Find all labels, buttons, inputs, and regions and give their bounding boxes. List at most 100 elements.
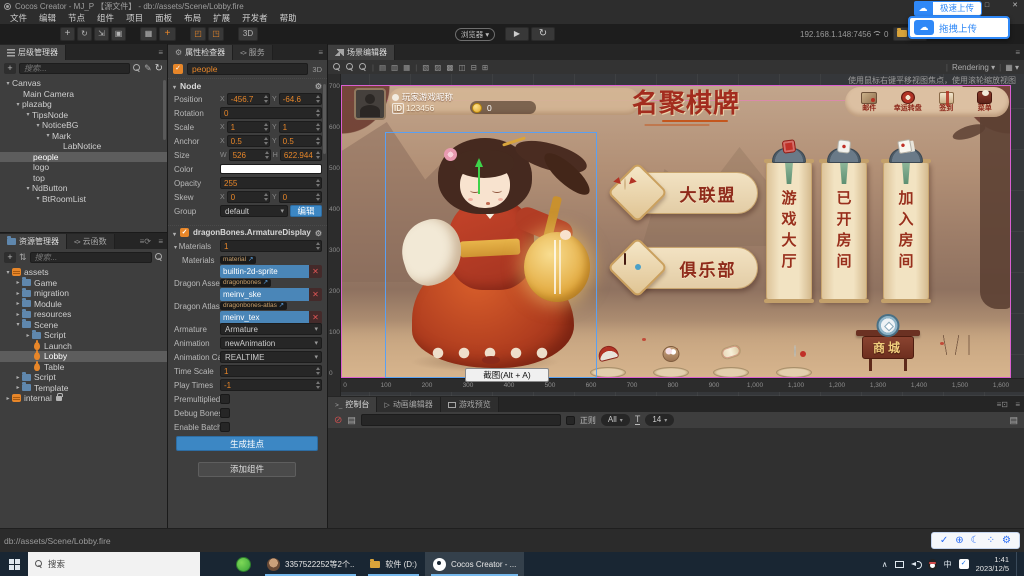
tree-row[interactable]: assets bbox=[0, 267, 167, 278]
expand-arrow-icon[interactable] bbox=[14, 290, 22, 297]
taskbar-app-cocos[interactable]: Cocos Creator - ... bbox=[425, 552, 524, 576]
skew-x-input[interactable] bbox=[227, 191, 270, 203]
rect-tool-icon[interactable] bbox=[111, 27, 126, 41]
volume-icon[interactable] bbox=[911, 560, 921, 568]
premultiplied-checkbox[interactable] bbox=[220, 394, 230, 404]
scale-x-input[interactable] bbox=[227, 121, 270, 133]
drag-upload-popup[interactable]: 拖拽上传 bbox=[908, 16, 1010, 39]
collapse-arrow-icon[interactable] bbox=[173, 228, 176, 238]
expand-arrow-icon[interactable] bbox=[34, 195, 42, 202]
open-link-icon[interactable]: ↗ bbox=[279, 302, 284, 309]
tab-animation-editor[interactable]: 动画编辑器 bbox=[377, 397, 440, 412]
enable-batch-checkbox[interactable] bbox=[220, 422, 230, 432]
taskbar-search[interactable]: 搜索 bbox=[28, 552, 200, 576]
align-bottom-icon[interactable]: ▩ bbox=[446, 63, 453, 72]
color-swatch[interactable] bbox=[220, 164, 322, 174]
anim-cache-select[interactable]: REALTIME bbox=[220, 351, 322, 363]
rotation-input[interactable] bbox=[220, 107, 322, 119]
font-size-dropdown[interactable]: 14▾ bbox=[645, 414, 674, 426]
expand-arrow-icon[interactable] bbox=[14, 279, 22, 286]
pedestal-button[interactable] bbox=[774, 344, 814, 378]
tree-row[interactable]: Script bbox=[0, 372, 167, 383]
expand-arrow-icon[interactable] bbox=[24, 332, 32, 339]
expand-arrow-icon[interactable] bbox=[4, 395, 12, 402]
expand-arrow-icon[interactable] bbox=[14, 300, 22, 307]
expand-arrow-icon[interactable] bbox=[14, 101, 22, 108]
tree-row[interactable]: Game bbox=[0, 278, 167, 289]
play-button[interactable] bbox=[505, 27, 529, 41]
close-button[interactable]: ✕ bbox=[1008, 1, 1022, 11]
menu-item[interactable]: 文件 bbox=[4, 12, 33, 24]
tree-row[interactable]: plazabg bbox=[0, 99, 167, 110]
expand-arrow-icon[interactable] bbox=[4, 269, 12, 276]
tree-row[interactable]: Table bbox=[0, 362, 167, 373]
menu-item[interactable]: 组件 bbox=[91, 12, 120, 24]
skew-y-input[interactable] bbox=[279, 191, 322, 203]
group-edit-button[interactable]: 编辑 bbox=[290, 205, 322, 217]
taskbar-app-explorer[interactable]: 软件 (D:) bbox=[362, 552, 425, 576]
align-left-icon[interactable]: ▤ bbox=[379, 63, 386, 72]
align-top-icon[interactable]: ▧ bbox=[422, 63, 429, 72]
scale-y-input[interactable] bbox=[279, 121, 322, 133]
size-w-input[interactable] bbox=[229, 149, 271, 161]
gizmo-position-icon[interactable] bbox=[140, 27, 157, 41]
add-component-button[interactable]: 添加组件 bbox=[198, 462, 296, 477]
ime-icon[interactable]: ☾ bbox=[971, 535, 980, 546]
expand-arrow-icon[interactable] bbox=[44, 132, 52, 139]
tree-row[interactable]: TipsNode bbox=[0, 110, 167, 121]
top-icon-button[interactable]: 幸运转盘 bbox=[889, 91, 927, 113]
tree-row[interactable]: Main Camera bbox=[0, 89, 167, 100]
move-tool-icon[interactable] bbox=[60, 27, 75, 41]
tree-row[interactable]: Launch bbox=[0, 341, 167, 352]
console-output[interactable] bbox=[328, 428, 1024, 528]
match-size-icon[interactable]: ⊞ bbox=[482, 63, 488, 72]
play-times-input[interactable] bbox=[220, 379, 322, 391]
node-name-field[interactable]: people bbox=[187, 63, 308, 75]
top-icon-button[interactable]: 签到 bbox=[927, 92, 965, 113]
tree-row[interactable]: Module bbox=[0, 299, 167, 310]
time-scale-input[interactable] bbox=[220, 365, 322, 377]
tree-row[interactable]: internal bbox=[0, 393, 167, 404]
cloud-upload-icon[interactable] bbox=[914, 1, 932, 16]
align-middle-icon[interactable]: ▨ bbox=[434, 63, 441, 72]
assets-search-input[interactable] bbox=[30, 252, 152, 263]
taskbar-clock[interactable]: 1:41 2023/12/5 bbox=[976, 555, 1009, 573]
tab-game-preview[interactable]: 游戏预览 bbox=[441, 397, 499, 412]
open-link-icon[interactable]: ↗ bbox=[248, 256, 253, 263]
create-node-button[interactable]: + bbox=[4, 63, 16, 74]
tree-row[interactable]: top bbox=[0, 173, 167, 184]
inspector-scrollbar[interactable] bbox=[323, 84, 326, 154]
tree-row[interactable]: resources bbox=[0, 309, 167, 320]
anchor-corner2-icon[interactable] bbox=[208, 27, 224, 41]
penguin-app-icon[interactable] bbox=[928, 559, 937, 570]
tree-row[interactable]: LabNotice bbox=[0, 141, 167, 152]
shop-button[interactable]: 商城 bbox=[856, 319, 920, 375]
tab-properties[interactable]: 属性检查器 bbox=[168, 45, 233, 60]
zoom-out-icon[interactable] bbox=[346, 63, 354, 72]
panel-expand-icon[interactable]: ⊡ bbox=[997, 400, 1008, 409]
scroll-button[interactable]: 游戏大厅 bbox=[766, 161, 812, 301]
align-right-icon[interactable]: ▦ bbox=[403, 63, 410, 72]
menu-item[interactable]: 面板 bbox=[149, 12, 178, 24]
panel-menu-icon[interactable] bbox=[1015, 400, 1020, 409]
menu-item[interactable]: 节点 bbox=[62, 12, 91, 24]
distribute-h-icon[interactable]: ◫ bbox=[458, 63, 465, 72]
move-gizmo-y-arrow[interactable] bbox=[472, 158, 486, 196]
pedestal-button[interactable] bbox=[711, 344, 751, 378]
panel-menu-icon[interactable] bbox=[158, 48, 163, 57]
size-h-input[interactable] bbox=[280, 149, 322, 161]
tree-row[interactable]: migration bbox=[0, 288, 167, 299]
tree-row[interactable]: Mark bbox=[0, 131, 167, 142]
anchor-corner-icon[interactable] bbox=[190, 27, 206, 41]
tree-row[interactable]: logo bbox=[0, 162, 167, 173]
menu-item[interactable]: 扩展 bbox=[207, 12, 236, 24]
toggle-3d-button[interactable]: 3D bbox=[238, 27, 258, 41]
taskbar-app-green[interactable] bbox=[228, 552, 259, 576]
rendering-dropdown[interactable]: Rendering ▾ bbox=[952, 63, 995, 72]
tray-expand-icon[interactable] bbox=[882, 560, 888, 569]
panel-menu-icon[interactable] bbox=[318, 48, 323, 57]
sogou-ime-icon[interactable] bbox=[959, 559, 969, 569]
generate-sockets-button[interactable]: 生成挂点 bbox=[176, 436, 318, 451]
tab-console[interactable]: 控制台 bbox=[328, 397, 377, 412]
panel-refresh-icon[interactable]: ⟳ bbox=[140, 237, 151, 246]
